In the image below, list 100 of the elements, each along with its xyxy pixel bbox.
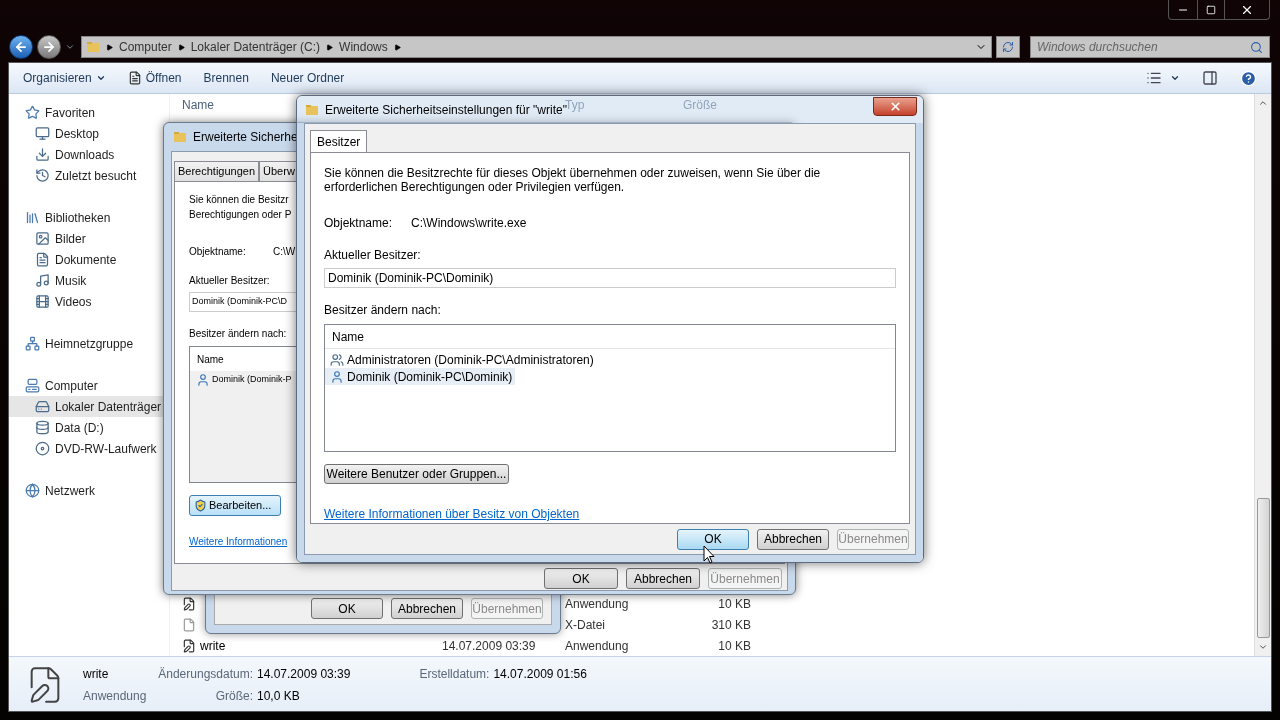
- folder-icon: [173, 130, 187, 144]
- detail-value: 14.07.2009 03:39: [257, 666, 351, 683]
- sidebar-item[interactable]: Dokumente: [9, 249, 169, 270]
- sidebar-item[interactable]: Bilder: [9, 228, 169, 249]
- breadcrumb-item[interactable]: Windows: [339, 38, 388, 56]
- image-icon: [35, 231, 50, 246]
- database-icon: [35, 420, 50, 435]
- forward-button[interactable]: [37, 35, 61, 59]
- sidebar-item[interactable]: Data (D:): [9, 417, 169, 438]
- folder-icon: [86, 40, 100, 54]
- maximize-icon: [1206, 4, 1216, 15]
- sidebar-group[interactable]: Netzwerk: [9, 480, 169, 501]
- object-value: C:\Windows\write.exe: [411, 215, 527, 232]
- search-field[interactable]: Windows durchsuchen: [1030, 36, 1270, 58]
- object-label: Objektname:: [189, 245, 247, 259]
- tab[interactable]: Berechtigungen: [174, 161, 260, 181]
- add-users-button[interactable]: Weitere Benutzer oder Gruppen...: [324, 464, 509, 484]
- more-info-link[interactable]: Weitere Informationen: [189, 534, 288, 549]
- drive-icon: [35, 399, 50, 414]
- file-type: Anwendung: [565, 596, 629, 611]
- breadcrumb-item[interactable]: Lokaler Datenträger (C:): [190, 38, 321, 56]
- window-title: Erweiterte Sicherheitseinstellungen für "write": [325, 102, 567, 119]
- shield-icon: [194, 499, 207, 512]
- owner-label: Aktueller Besitzer:: [324, 247, 421, 264]
- breadcrumb-item[interactable]: Computer: [119, 38, 172, 56]
- users-icon: [330, 352, 344, 367]
- sidebar-group[interactable]: Bibliotheken: [9, 207, 169, 228]
- user-icon: [196, 373, 210, 387]
- change-owner-label: Besitzer ändern nach:: [189, 327, 287, 341]
- breadcrumb-arrow-icon[interactable]: [106, 43, 113, 51]
- owner-list[interactable]: Name Administratoren (Dominik-PC\Administratoren) Dominik (Dominik-PC\Dominik): [324, 324, 896, 452]
- view-options-icon[interactable]: [1146, 70, 1162, 86]
- tab[interactable]: Besitzer: [310, 130, 368, 152]
- globe-icon: [25, 483, 40, 498]
- caret-icon: [95, 73, 106, 83]
- sidebar-item[interactable]: Zuletzt besucht: [9, 165, 169, 186]
- user-icon: [330, 369, 344, 384]
- breadcrumb-arrow-icon[interactable]: [393, 43, 401, 51]
- breadcrumb-arrow-icon[interactable]: [326, 43, 334, 51]
- list-item[interactable]: Administratoren (Dominik-PC\Administratoren): [325, 351, 597, 368]
- detail-label: Größe:: [214, 688, 253, 705]
- dialog-button[interactable]: OK: [311, 598, 383, 619]
- toolbar-button[interactable]: Neuer Ordner: [270, 69, 345, 87]
- list-item[interactable]: Dominik (Dominik-P: [190, 371, 292, 389]
- detail-value: 10,0 KB: [257, 688, 301, 705]
- address-bar[interactable]: Computer Lokaler Datenträger (C:) Windows: [81, 36, 992, 58]
- clock-icon: [35, 168, 50, 183]
- list-header[interactable]: Name: [325, 325, 895, 349]
- dialog-button[interactable]: Abbrechen: [626, 568, 700, 589]
- dialog-button[interactable]: OK: [544, 568, 618, 589]
- scrollbar-thumb[interactable]: [1256, 498, 1270, 638]
- file-icon: [182, 617, 196, 632]
- close-button[interactable]: [873, 97, 917, 116]
- file-name: write: [200, 637, 226, 655]
- star-icon: [25, 105, 40, 120]
- sidebar-item[interactable]: Downloads: [9, 144, 169, 165]
- forward-arrow-icon: [42, 40, 56, 54]
- notepad-icon: [182, 638, 196, 653]
- tab[interactable]: Überw: [259, 161, 299, 181]
- toolbar-button[interactable]: Organisieren: [23, 69, 106, 87]
- folder-icon: [305, 102, 319, 117]
- scroll-up-icon[interactable]: [1258, 98, 1268, 108]
- object-value: C:\W: [273, 245, 296, 259]
- scroll-down-icon[interactable]: [1258, 642, 1268, 652]
- dialog-button[interactable]: Abbrechen: [391, 598, 463, 619]
- owner-label: Aktueller Besitzer:: [189, 274, 270, 288]
- sidebar-item[interactable]: Musik: [9, 270, 169, 291]
- computer-icon: [25, 378, 40, 393]
- notepad-icon: [182, 596, 196, 611]
- detail-label: Erstelldatum:: [418, 666, 490, 683]
- toolbar-button[interactable]: Brennen: [203, 69, 249, 87]
- refresh-button[interactable]: [996, 36, 1020, 58]
- sidebar-item[interactable]: Videos: [9, 291, 169, 312]
- change-owner-label: Besitzer ändern nach:: [324, 302, 441, 319]
- dropdown-icon[interactable]: [1170, 73, 1180, 83]
- sidebar-group[interactable]: Favoriten: [9, 102, 169, 123]
- music-note-icon: [35, 273, 50, 288]
- file-type: Anwendung: [565, 638, 629, 653]
- document-icon: [127, 71, 142, 85]
- sidebar-item[interactable]: DVD-RW-Laufwerk: [9, 438, 169, 459]
- file-date: 14.07.2009 03:39: [442, 638, 536, 653]
- sidebar-group[interactable]: Computer: [9, 375, 169, 396]
- sidebar-item[interactable]: Desktop: [9, 123, 169, 144]
- dialog-button[interactable]: Abbrechen: [757, 528, 829, 550]
- document-icon: [35, 252, 50, 267]
- dialog-button[interactable]: OK: [677, 528, 749, 550]
- detail-value: 14.07.2009 01:56: [493, 666, 587, 683]
- scrollbar[interactable]: [1254, 94, 1271, 656]
- back-button[interactable]: [9, 35, 33, 59]
- history-dropdown-icon[interactable]: [65, 42, 75, 52]
- help-icon[interactable]: [1240, 69, 1257, 87]
- breadcrumb-arrow-icon[interactable]: [177, 43, 185, 51]
- edit-button[interactable]: Bearbeiten...: [189, 495, 281, 516]
- preview-pane-icon[interactable]: [1202, 70, 1218, 86]
- sidebar-group[interactable]: Heimnetzgruppe: [9, 333, 169, 354]
- more-info-link[interactable]: Weitere Informationen über Besitz von Objekten: [324, 505, 580, 523]
- list-item[interactable]: Dominik (Dominik-PC\Dominik): [325, 368, 516, 385]
- detail-type: Anwendung: [83, 688, 148, 705]
- maximize-button[interactable]: [1197, 0, 1225, 19]
- toolbar-button[interactable]: Öffnen: [127, 69, 182, 87]
